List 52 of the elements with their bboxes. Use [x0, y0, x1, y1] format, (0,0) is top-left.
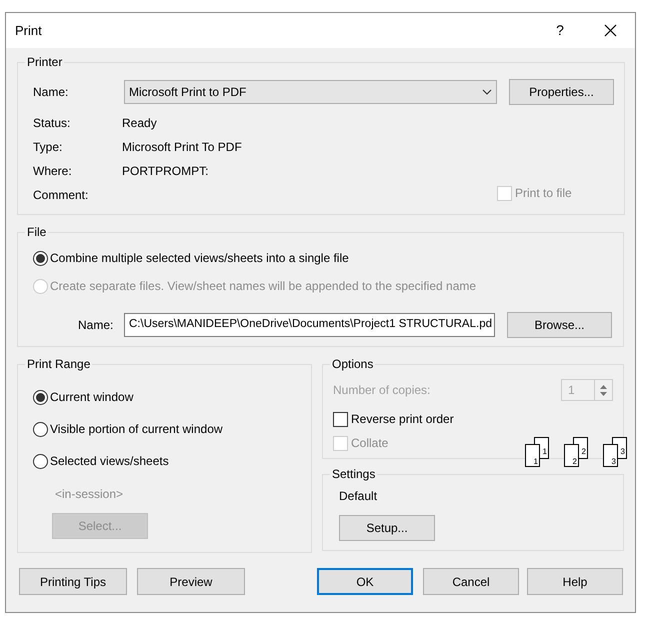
checkbox-label: Reverse print order — [351, 411, 454, 428]
radio-button[interactable] — [33, 390, 48, 404]
radio-button[interactable] — [33, 422, 48, 436]
field-value: Microsoft Print To PDF — [122, 139, 242, 156]
page-number: 1 — [534, 458, 538, 466]
group-title: File — [26, 224, 48, 241]
dropdown-value: Microsoft Print to PDF — [129, 84, 248, 101]
field-label: Comment: — [33, 187, 90, 204]
button[interactable]: OK — [317, 568, 413, 595]
field-label: Name: — [33, 84, 70, 101]
radio-label: Create separate files. View/sheet names will be appended to the specified name — [50, 278, 476, 295]
page-number: 2 — [572, 458, 577, 466]
field-label: Name: — [78, 317, 114, 334]
settings-value: Default — [338, 488, 378, 505]
radio-label: Combine multiple selected views/sheets into a single file — [50, 250, 349, 267]
field-value: Ready — [122, 115, 157, 132]
button[interactable]: Properties... — [509, 79, 614, 105]
spinner-value: 1 — [567, 382, 576, 399]
field-label: Status: — [33, 115, 72, 132]
file-name-field[interactable]: C:\Users\MANIDEEP\OneDrive\Documents\Project1 STRUCTURAL.pd — [124, 313, 495, 337]
printer-dropdown[interactable]: Microsoft Print to PDF — [124, 80, 497, 104]
chevron-down-icon — [482, 89, 492, 95]
page-number: 2 — [582, 448, 586, 456]
help-button[interactable]: ? — [545, 16, 575, 46]
checkbox[interactable] — [333, 412, 348, 426]
field-value: PORTPROMPT: — [122, 163, 208, 180]
page-number: 3 — [620, 448, 625, 456]
button[interactable]: Help — [527, 568, 623, 595]
radio-label: Current window — [50, 389, 134, 406]
radio-label: Selected views/sheets — [50, 453, 169, 470]
button[interactable]: Cancel — [423, 568, 519, 595]
window-title: Print — [15, 22, 42, 40]
button[interactable]: Preview — [137, 568, 245, 595]
group-title: Settings — [331, 466, 376, 483]
close-icon — [604, 24, 616, 37]
radio-button[interactable] — [33, 250, 48, 266]
field-label: Type: — [33, 139, 64, 156]
group-title: Print Range — [26, 356, 92, 373]
field-label: Number of copies: — [333, 382, 432, 399]
radio-button[interactable] — [33, 454, 48, 468]
checkbox-label: Collate — [351, 435, 388, 452]
button[interactable]: Browse... — [507, 312, 612, 338]
group-title: Printer — [26, 54, 64, 71]
field-label: Where: — [33, 163, 73, 180]
checkbox-label: Print to file — [515, 185, 572, 202]
radio-label: Visible portion of current window — [50, 421, 223, 438]
page-number: 1 — [542, 448, 547, 456]
button[interactable]: Printing Tips — [19, 568, 127, 595]
button[interactable]: Setup... — [339, 515, 435, 541]
page-number: 3 — [612, 458, 616, 466]
group-title: Options — [331, 356, 374, 373]
session-label: <in-session> — [54, 486, 124, 503]
